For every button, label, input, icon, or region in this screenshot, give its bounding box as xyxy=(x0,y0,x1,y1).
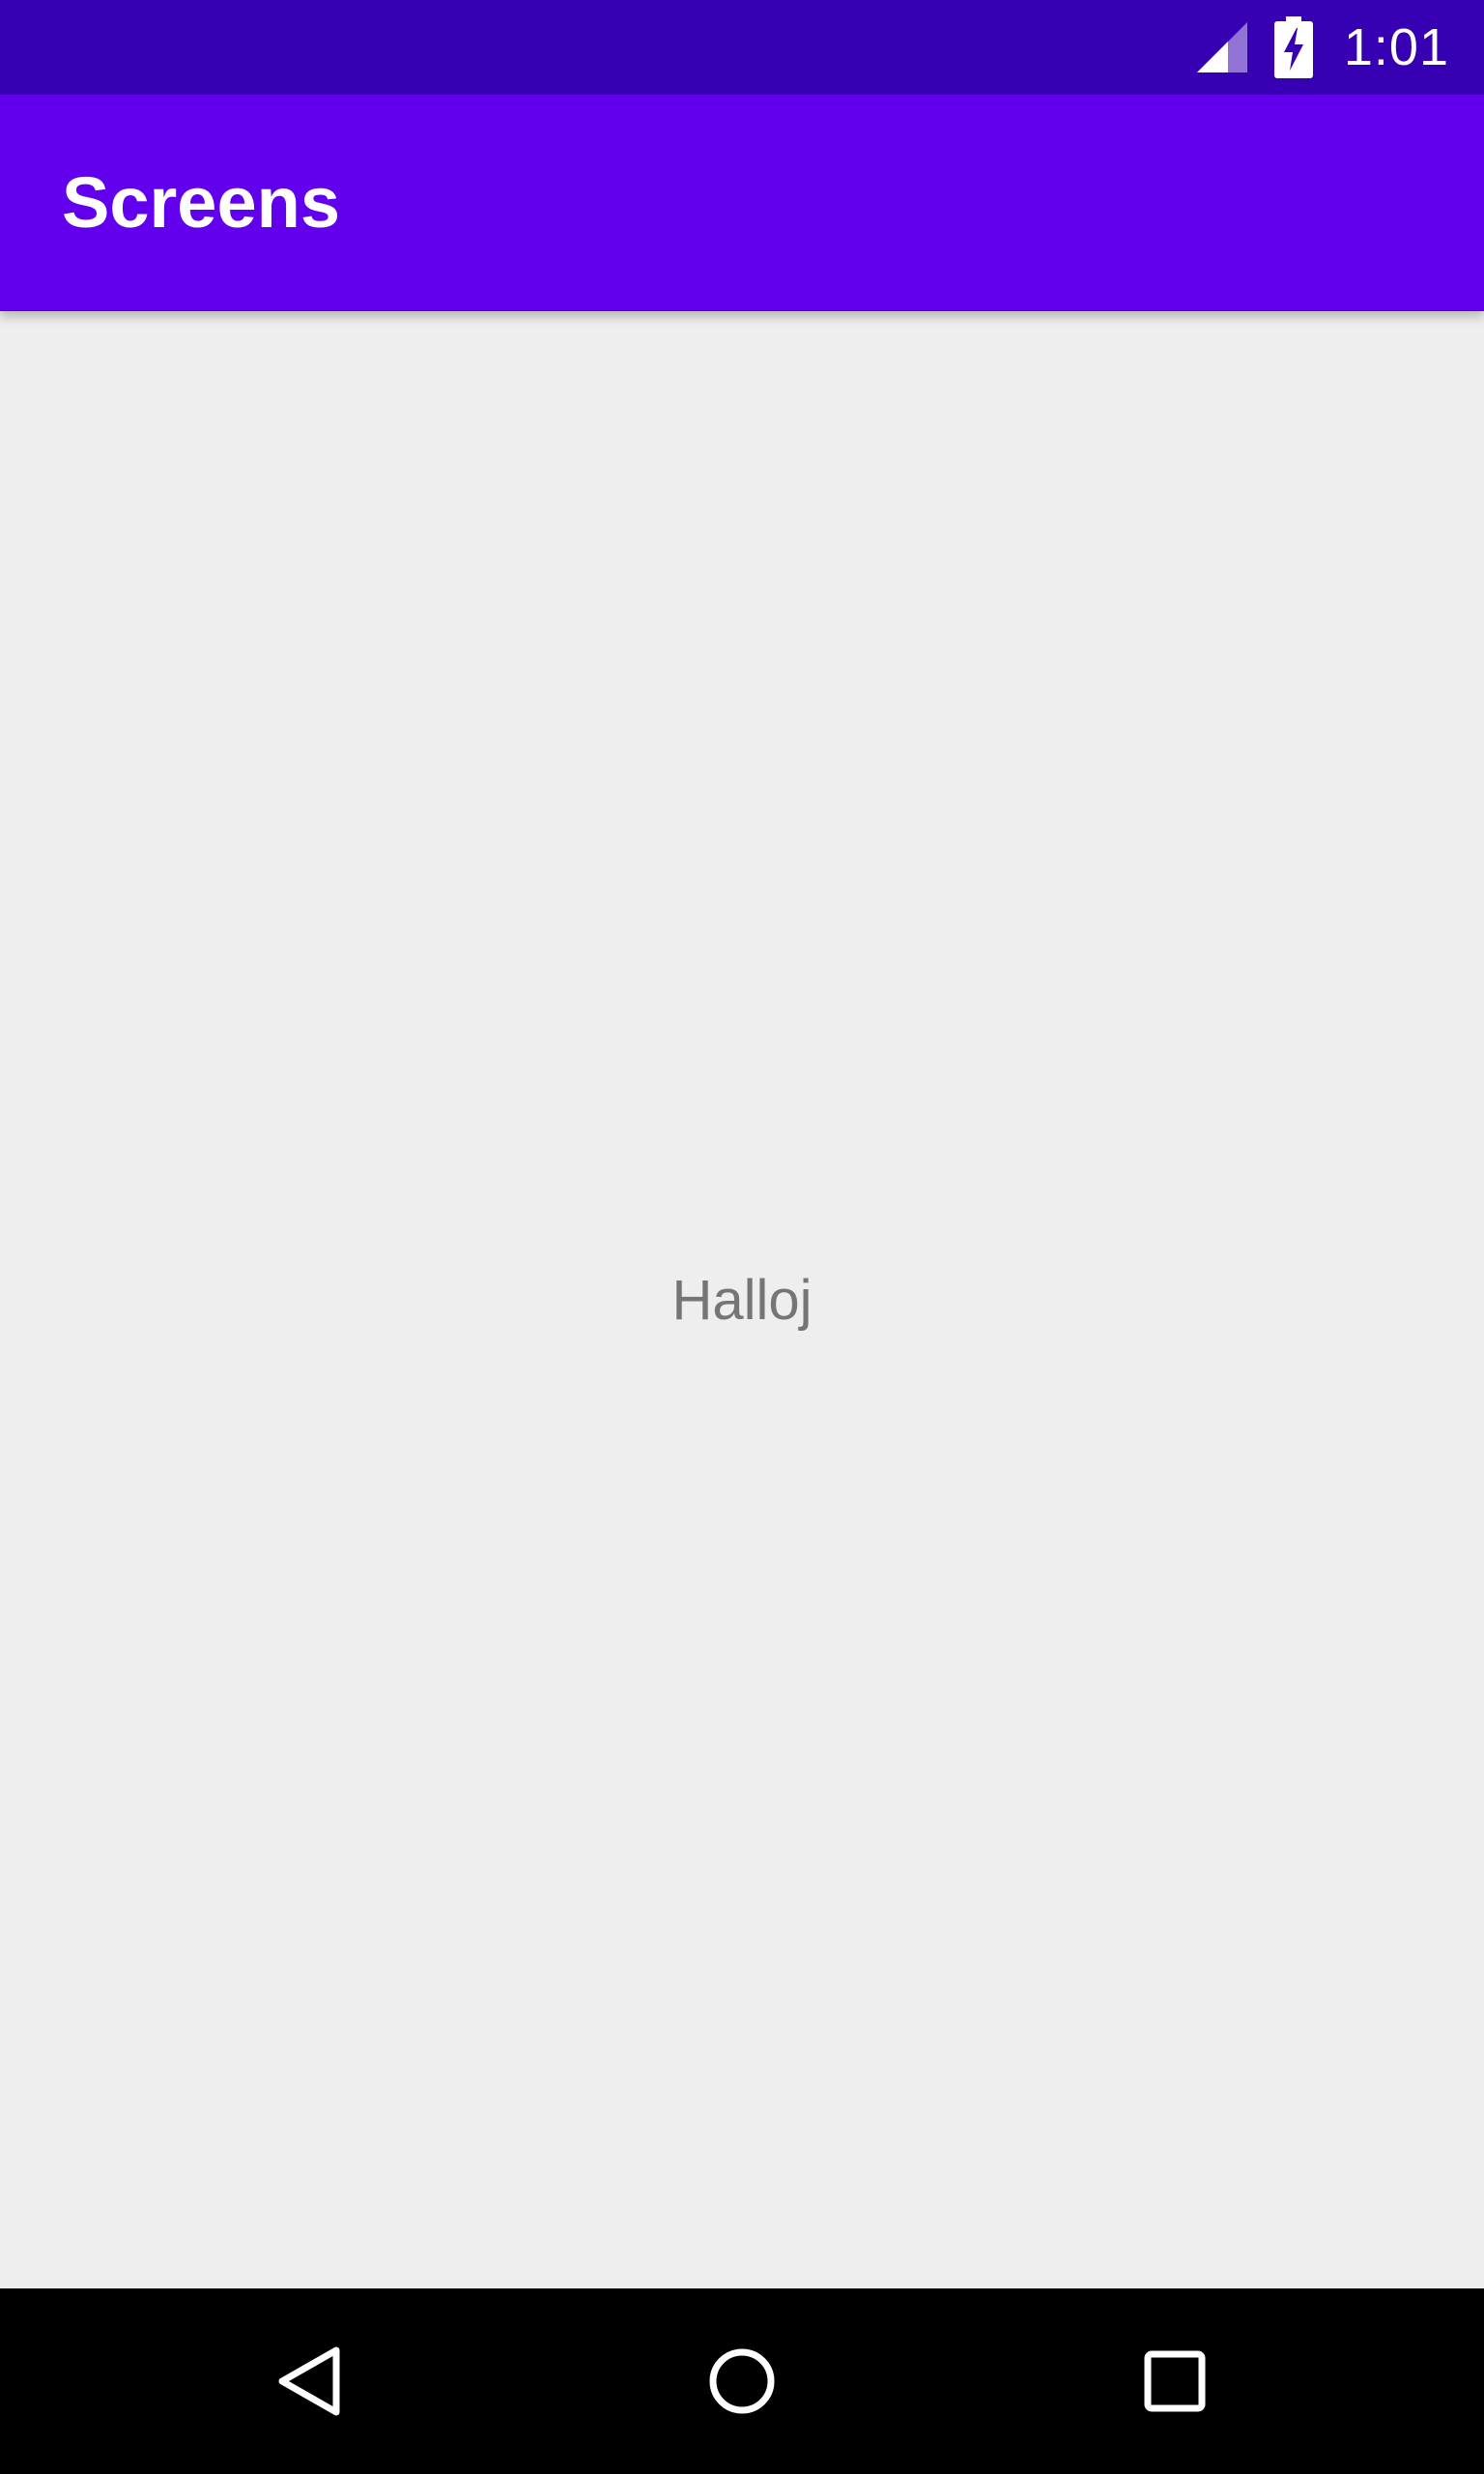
status-time: 1:01 xyxy=(1343,18,1449,76)
cell-signal-icon xyxy=(1196,22,1247,72)
greeting-text: Halloj xyxy=(671,1268,813,1332)
navigation-bar xyxy=(0,2288,1484,2474)
status-icons: 1:01 xyxy=(1193,0,1449,95)
app-bar: Screens xyxy=(0,95,1484,311)
content-area: Halloj xyxy=(0,311,1484,2288)
home-button[interactable] xyxy=(665,2288,819,2474)
home-icon xyxy=(709,2348,775,2414)
battery-charging-icon xyxy=(1273,16,1313,78)
app-title: Screens xyxy=(62,162,340,243)
recents-icon xyxy=(1144,2350,1206,2412)
recents-button[interactable] xyxy=(1098,2288,1252,2474)
back-button[interactable] xyxy=(234,2288,388,2474)
back-icon xyxy=(278,2346,340,2416)
status-bar: 1:01 xyxy=(0,0,1484,95)
